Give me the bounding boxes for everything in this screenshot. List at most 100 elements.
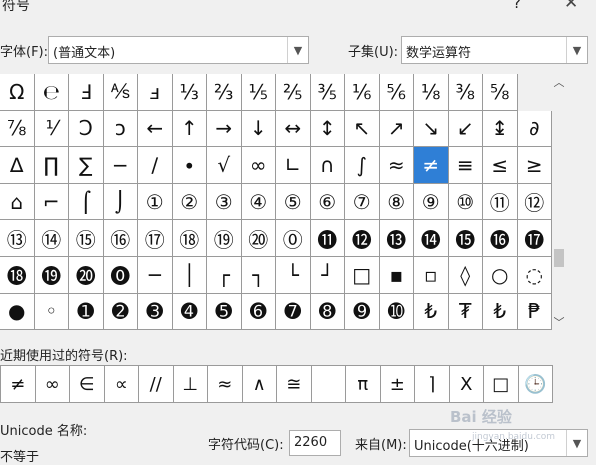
symbol-cell[interactable]: ↨: [483, 110, 518, 148]
symbol-cell[interactable]: ▫: [414, 257, 449, 294]
symbol-cell[interactable]: ⓯: [448, 220, 483, 257]
symbol-cell[interactable]: ⌡: [103, 183, 138, 221]
recent-symbol-cell[interactable]: ∈: [69, 365, 105, 403]
symbol-cell[interactable]: ➒: [345, 293, 380, 331]
symbol-cell[interactable]: ⑲: [207, 220, 242, 257]
symbol-cell[interactable]: ⑦: [345, 183, 380, 221]
symbol-cell[interactable]: ⅙: [345, 74, 380, 111]
symbol-cell[interactable]: √: [207, 147, 242, 184]
symbol-cell[interactable]: ⓰: [483, 220, 518, 257]
subset-select[interactable]: 数学运算符 ▼: [401, 36, 588, 64]
symbol-cell[interactable]: ≠: [414, 147, 449, 184]
symbol-cell[interactable]: ─: [138, 257, 173, 294]
symbol-cell[interactable]: ∙: [172, 147, 207, 184]
symbol-cell[interactable]: ≥: [517, 147, 552, 184]
symbol-cell[interactable]: ⌐: [34, 183, 69, 221]
recent-symbol-cell[interactable]: ∝: [103, 365, 139, 403]
symbol-cell[interactable]: ⌂: [0, 183, 35, 221]
symbol-cell[interactable]: ↙: [448, 110, 483, 148]
symbol-cell[interactable]: ∫: [345, 147, 380, 184]
symbol-cell[interactable]: ②: [172, 183, 207, 221]
symbol-cell[interactable]: ↓: [241, 110, 276, 148]
symbol-cell[interactable]: ⌠: [69, 183, 104, 221]
symbol-cell[interactable]: ≤: [483, 147, 518, 184]
symbol-cell[interactable]: ∑: [69, 147, 104, 184]
symbol-cell[interactable]: ∩: [310, 147, 345, 184]
symbol-cell[interactable]: ∞: [241, 147, 276, 184]
symbol-cell[interactable]: ⅞: [0, 110, 35, 148]
symbol-cell[interactable]: ➋: [103, 293, 138, 331]
symbol-cell[interactable]: Ⅎ: [69, 74, 104, 111]
symbol-cell[interactable]: ↖: [345, 110, 380, 148]
symbol-cell[interactable]: ⑳: [241, 220, 276, 257]
symbol-cell[interactable]: ⅛: [414, 74, 449, 111]
symbol-cell[interactable]: ➊: [69, 293, 104, 331]
recent-symbol-cell[interactable]: ≠: [0, 365, 36, 403]
symbol-cell[interactable]: ➓: [379, 293, 414, 331]
symbol-cell[interactable]: ①: [138, 183, 173, 221]
symbol-cell[interactable]: ⑥: [310, 183, 345, 221]
symbol-cell[interactable]: ┘: [310, 257, 345, 294]
recent-symbol-cell[interactable]: ≈: [207, 365, 243, 403]
recent-symbol-cell[interactable]: ∞: [34, 365, 70, 403]
symbol-cell[interactable]: ⅝: [483, 74, 518, 111]
scroll-down-icon[interactable]: ﹀: [552, 314, 566, 330]
scroll-thumb[interactable]: [554, 249, 564, 267]
symbol-cell[interactable]: ↘: [414, 110, 449, 148]
symbol-cell[interactable]: ⓪: [276, 220, 311, 257]
symbol-cell[interactable]: ⑭: [34, 220, 69, 257]
symbol-cell[interactable]: │: [172, 257, 207, 294]
symbol-cell[interactable]: ≡: [448, 147, 483, 184]
symbol-cell[interactable]: ⑪: [483, 183, 518, 221]
symbol-cell[interactable]: ∟: [276, 147, 311, 184]
recent-symbol-cell[interactable]: //: [138, 365, 174, 403]
symbol-cell[interactable]: ⓭: [379, 220, 414, 257]
symbol-cell[interactable]: ∏: [34, 147, 69, 184]
symbol-cell[interactable]: ⑯: [103, 220, 138, 257]
grid-scrollbar[interactable]: ︿ ﹀: [552, 74, 566, 330]
symbol-cell[interactable]: ⅓: [172, 74, 207, 111]
help-button[interactable]: ?: [513, 0, 521, 12]
symbol-cell[interactable]: ➍: [172, 293, 207, 331]
symbol-cell[interactable]: ℮: [34, 74, 69, 111]
symbol-cell[interactable]: ⑬: [0, 220, 35, 257]
symbol-cell[interactable]: Ↄ: [69, 110, 104, 148]
symbol-cell[interactable]: ₮: [448, 293, 483, 331]
symbol-cell[interactable]: ⅎ: [138, 74, 173, 111]
symbol-cell[interactable]: ∕: [138, 147, 173, 184]
symbol-cell[interactable]: ↑: [172, 110, 207, 148]
font-select[interactable]: (普通文本) ▼: [48, 36, 309, 64]
close-icon[interactable]: ✕: [564, 0, 578, 13]
symbol-cell[interactable]: ⅜: [448, 74, 483, 111]
symbol-cell[interactable]: ➎: [207, 293, 242, 331]
symbol-cell[interactable]: ▪: [379, 257, 414, 294]
symbol-cell[interactable]: ⑩: [448, 183, 483, 221]
symbol-cell[interactable]: ⓬: [345, 220, 380, 257]
symbol-cell[interactable]: ⅕: [241, 74, 276, 111]
symbol-cell[interactable]: ₺: [414, 293, 449, 331]
chevron-down-icon[interactable]: ▼: [287, 37, 308, 63]
symbol-cell[interactable]: ⓿: [103, 257, 138, 294]
recent-symbol-cell[interactable]: [310, 365, 346, 403]
symbol-cell[interactable]: ┐: [241, 257, 276, 294]
symbol-cell[interactable]: ●: [0, 293, 35, 331]
char-code-input[interactable]: 2260: [289, 430, 341, 456]
symbol-cell[interactable]: ⅚: [379, 74, 414, 111]
scroll-up-icon[interactable]: ︿: [552, 74, 566, 90]
symbol-cell[interactable]: ➐: [276, 293, 311, 331]
recent-symbol-cell[interactable]: ⌉: [414, 365, 450, 403]
symbol-cell[interactable]: ⑤: [276, 183, 311, 221]
symbol-cell[interactable]: ↗: [379, 110, 414, 148]
symbol-cell[interactable]: ⅗: [310, 74, 345, 111]
symbol-cell[interactable]: ↄ: [103, 110, 138, 148]
recent-symbol-cell[interactable]: π: [345, 365, 381, 403]
symbol-cell[interactable]: ➑: [310, 293, 345, 331]
symbol-cell[interactable]: ⅖: [276, 74, 311, 111]
symbol-cell[interactable]: □: [345, 257, 380, 294]
symbol-cell[interactable]: ➌: [138, 293, 173, 331]
symbol-cell[interactable]: ∆: [0, 147, 35, 184]
symbol-cell[interactable]: ⑰: [138, 220, 173, 257]
symbol-cell[interactable]: ③: [207, 183, 242, 221]
symbol-cell[interactable]: ⓫: [310, 220, 345, 257]
symbol-cell[interactable]: ⑫: [517, 183, 552, 221]
